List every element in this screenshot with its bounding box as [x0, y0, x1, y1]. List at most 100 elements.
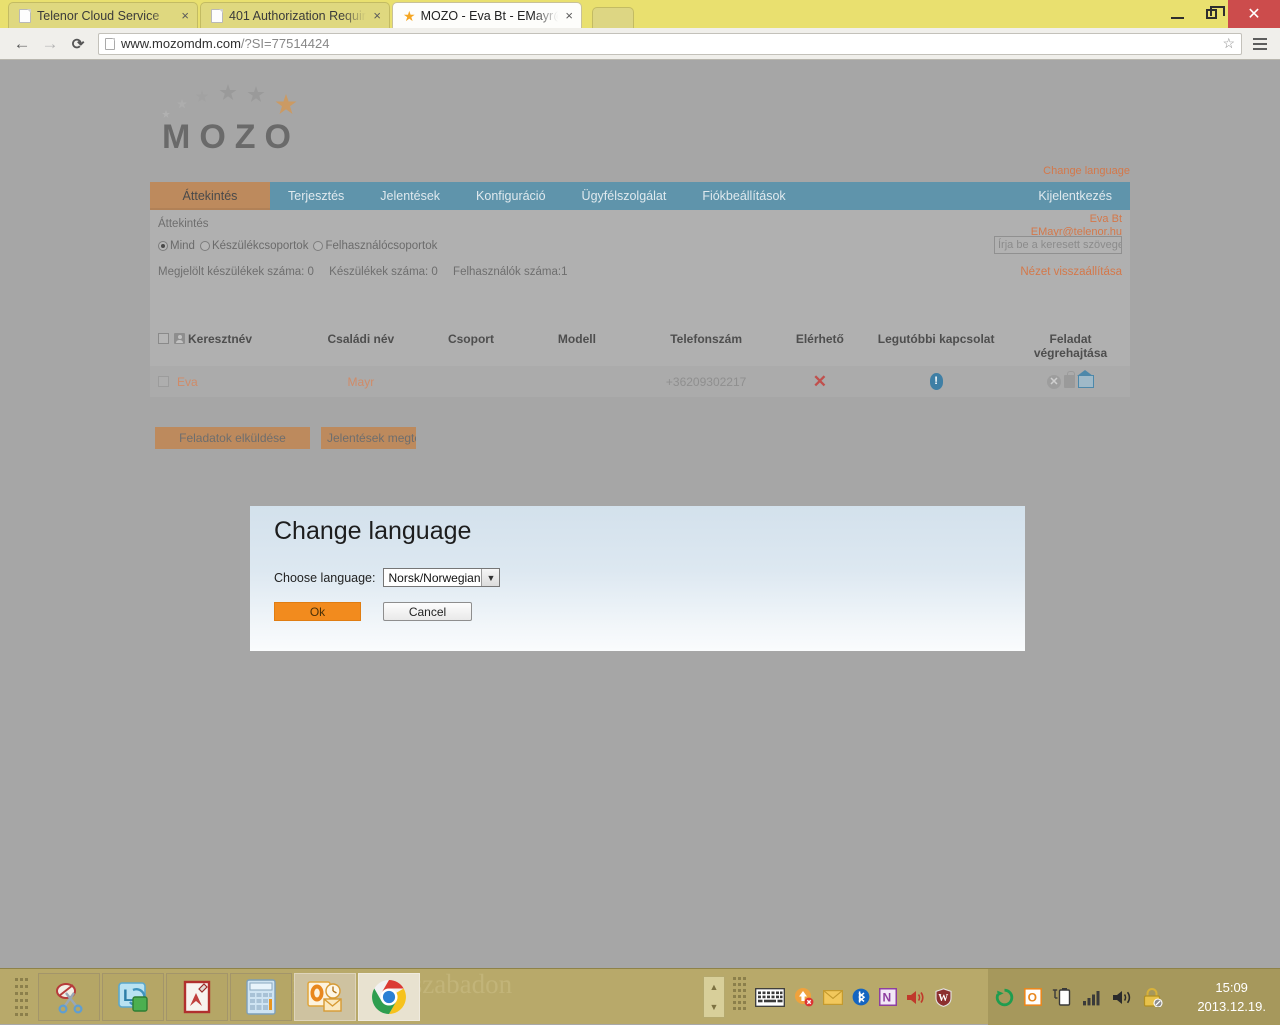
tab-close-icon[interactable]: × — [373, 9, 381, 22]
svg-text:N: N — [883, 991, 892, 1005]
count-devices: Készülékek száma: 0 — [329, 266, 438, 278]
change-language-link[interactable]: Change language — [1043, 165, 1130, 177]
nav-item-logout[interactable]: Kijelentkezés — [1020, 182, 1130, 210]
browser-tab-3-active[interactable]: ★ MOZO - Eva Bt - EMayr@telenor.hu × — [392, 2, 582, 28]
nav-item-fiokbeallitasok[interactable]: Fiókbeállítások — [684, 182, 803, 210]
send-tasks-button[interactable]: Feladatok elküldése — [155, 427, 310, 449]
mail-icon[interactable] — [823, 989, 843, 1005]
tab-close-icon[interactable]: × — [565, 9, 573, 22]
chevron-up-icon: ▲ — [709, 982, 719, 992]
radio-label: Készülékcsoportok — [211, 240, 309, 252]
update-icon[interactable] — [794, 987, 814, 1007]
reset-view-link[interactable]: Nézet visszaállítása — [1020, 266, 1122, 278]
back-button[interactable]: ← — [8, 30, 36, 58]
cell-last-name: Mayr — [299, 366, 422, 397]
language-select[interactable]: Norsk/Norwegian ▼ — [383, 568, 501, 587]
unavailable-x-icon: ✕ — [812, 372, 827, 391]
tab-close-icon[interactable]: × — [181, 9, 189, 22]
table-row[interactable]: Eva Mayr +36209302217 ✕ ! ✕ — [150, 366, 1130, 397]
office-icon[interactable]: O — [1024, 988, 1042, 1006]
forward-button[interactable]: → — [36, 30, 64, 58]
logo: MOZO — [150, 80, 1130, 160]
row-checkbox[interactable] — [158, 375, 169, 387]
taskbar-app-pdf-editor[interactable] — [166, 973, 228, 1021]
language-select-value: Norsk/Norwegian — [388, 570, 481, 585]
column-header-task-execution[interactable]: Feladat végrehajtása — [1011, 326, 1130, 366]
taskbar-apps: L — [38, 973, 420, 1021]
radio-option-felhasznalocsoportok[interactable]: Felhasználócsoportok — [313, 240, 437, 252]
tab-title: Telenor Cloud Service — [37, 8, 160, 23]
select-all-checkbox[interactable] — [158, 333, 169, 344]
taskbar-app-outlook[interactable] — [294, 973, 356, 1021]
user-icon — [174, 333, 185, 344]
column-header-last-name[interactable]: Családi név — [299, 326, 422, 366]
tray-expand-button[interactable]: ▲ ▼ — [703, 976, 725, 1018]
nav-item-ugyfelszolgalat[interactable]: Ügyfélszolgálat — [564, 182, 685, 210]
bluetooth-icon[interactable] — [852, 988, 870, 1006]
taskbar-app-chrome[interactable] — [358, 973, 420, 1021]
onenote-icon[interactable]: N — [879, 988, 897, 1006]
snipping-tool-icon — [56, 983, 83, 1014]
table-header-row: Keresztnév Családi név Csoport Modell Te… — [150, 326, 1130, 366]
taskbar-app-calculator[interactable] — [230, 973, 292, 1021]
taskbar-clock[interactable]: 15:09 2013.12.19. — [1197, 969, 1266, 1025]
view-reports-button[interactable]: Jelentések megtekintése — [321, 427, 416, 449]
chevron-down-icon[interactable]: ▼ — [481, 569, 500, 586]
security-shield-icon[interactable]: W — [935, 987, 952, 1007]
radio-felhasznalocsoportok-icon — [313, 241, 324, 251]
column-header-phone[interactable]: Telefonszám — [633, 326, 779, 366]
signal-icon[interactable] — [1082, 989, 1102, 1006]
star-favicon-icon: ★ — [403, 7, 416, 24]
outlook-icon — [307, 981, 342, 1012]
keyboard-icon[interactable] — [755, 987, 785, 1007]
radio-mind-icon — [158, 241, 168, 251]
browser-tab-1[interactable]: Telenor Cloud Service × — [8, 2, 198, 28]
action-buttons: Feladatok elküldése Jelentések megtekint… — [155, 427, 416, 449]
svg-text:L: L — [123, 986, 133, 1005]
radio-option-mind[interactable]: Mind — [158, 240, 195, 252]
locate-icon[interactable] — [1077, 370, 1095, 388]
battery-icon[interactable] — [1052, 987, 1072, 1007]
nav-item-terjesztes[interactable]: Terjesztés — [270, 182, 362, 210]
browser-tab-2[interactable]: 401 Authorization Required × — [200, 2, 390, 28]
overview-panel: Áttekintés Eva Bt EMayr@telenor.hu Mind … — [150, 210, 1130, 326]
cell-first-name[interactable]: Eva — [150, 366, 300, 397]
column-header-last-contact[interactable]: Legutóbbi kapcsolat — [861, 326, 1012, 366]
bookmark-star-icon[interactable]: ☆ — [1222, 35, 1235, 52]
window-maximize-button[interactable] — [1194, 0, 1228, 28]
counts-summary: Megjelölt készülékek száma: 0 Készülékek… — [158, 266, 579, 278]
tab-title: 401 Authorization Required — [229, 8, 367, 23]
reload-button[interactable]: ⟳ — [64, 30, 92, 58]
cancel-button[interactable]: Cancel — [383, 602, 472, 621]
windows-taskbar: Munkavégzés szabadon L — [0, 968, 1280, 1025]
column-header-first-name[interactable]: Keresztnév — [150, 326, 300, 366]
column-header-available[interactable]: Elérhető — [778, 326, 862, 366]
column-header-model[interactable]: Modell — [520, 326, 634, 366]
nav-item-jelentesek[interactable]: Jelentések — [362, 182, 458, 210]
speaker-mute-icon[interactable] — [906, 989, 926, 1006]
tab-strip: Telenor Cloud Service × 401 Authorizatio… — [0, 0, 1280, 28]
window-close-button[interactable]: ✕ — [1228, 0, 1280, 28]
cell-available: ✕ — [778, 366, 862, 397]
window-minimize-button[interactable] — [1160, 0, 1194, 28]
filter-radio-group: Mind Készülékcsoportok Felhasználócsopor… — [158, 240, 437, 252]
new-tab-button[interactable] — [592, 7, 634, 28]
taskbar-app-lync[interactable]: L — [102, 973, 164, 1021]
taskbar-grip-left — [8, 973, 34, 1021]
volume-icon[interactable] — [1112, 989, 1133, 1006]
choose-language-label: Choose language: — [274, 570, 376, 585]
nav-item-attekintes[interactable]: Áttekintés — [150, 182, 270, 210]
wipe-icon[interactable]: ✕ — [1047, 374, 1062, 389]
lock-icon[interactable] — [1143, 987, 1163, 1007]
address-bar[interactable]: www.mozomdm.com/?SI=77514424 ☆ — [98, 32, 1242, 55]
column-header-group[interactable]: Csoport — [421, 326, 521, 366]
sync-icon[interactable] — [995, 988, 1014, 1007]
nav-item-konfiguracio[interactable]: Konfiguráció — [458, 182, 564, 210]
chrome-menu-icon[interactable] — [1248, 30, 1272, 58]
search-input[interactable]: Írja be a keresett szöveget — [994, 236, 1122, 254]
ok-button[interactable]: Ok — [274, 602, 361, 621]
window-controls: ✕ — [1160, 0, 1280, 28]
radio-option-keszulekcsoportok[interactable]: Készülékcsoportok — [199, 240, 309, 252]
taskbar-app-snipping-tool[interactable] — [38, 973, 100, 1021]
lock-icon[interactable] — [1064, 371, 1076, 388]
